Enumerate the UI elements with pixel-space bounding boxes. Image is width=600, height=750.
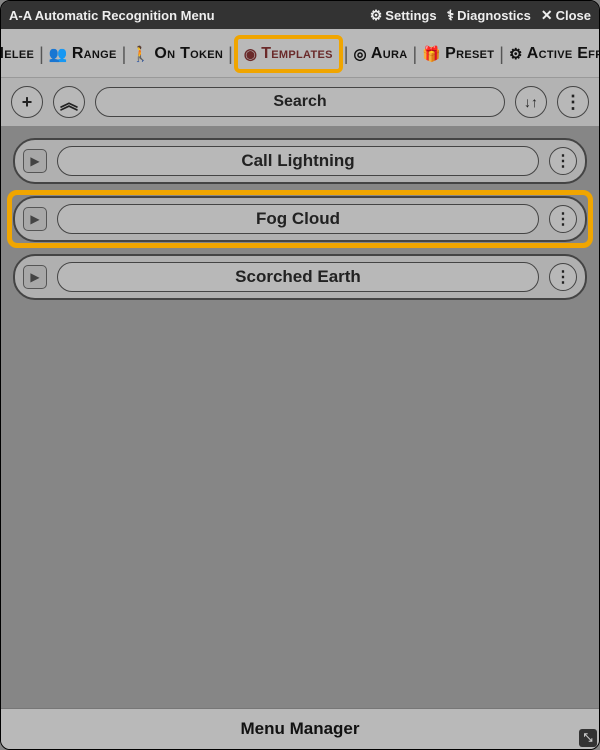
tab-aura[interactable]: ◎ Aura [349,43,411,65]
tab-label: Preset [445,45,494,63]
app-window: A-A Automatic Recognition Menu ⚙ Setting… [0,0,600,750]
item-list: ▶ Call Lightning ⋮ ▶ Fog Cloud ⋮ ▶ Scorc… [1,126,599,708]
tab-ontoken[interactable]: 🚶 On Token [127,43,227,65]
tab-label: Templates [261,45,333,63]
item-menu-button[interactable]: ⋮ [549,205,577,233]
list-item: ▶ Scorched Earth ⋮ [13,254,587,300]
tab-highlight: ◉ Templates [234,35,343,73]
item-label[interactable]: Call Lightning [57,146,539,176]
tab-range[interactable]: 👥 Range [45,43,121,65]
item-menu-button[interactable]: ⋮ [549,263,577,291]
footer-label: Menu Manager [240,719,359,738]
aura-icon: ◎ [353,45,366,63]
tab-templates[interactable]: ◉ Templates [240,43,337,65]
list-item: ▶ Fog Cloud ⋮ [13,196,587,242]
settings-label: Settings [385,8,436,23]
gear-icon: ⚙ [370,7,383,24]
tab-label: Melee [0,45,34,63]
list-item: ▶ Call Lightning ⋮ [13,138,587,184]
search-input[interactable] [95,87,505,117]
diagnostics-label: Diagnostics [457,8,531,23]
diagnostics-button[interactable]: ⚕ Diagnostics [447,7,531,24]
sort-button[interactable]: ↓↑ [515,86,547,118]
close-button[interactable]: ✕ Close [541,7,591,24]
add-button[interactable]: + [11,86,43,118]
cog-icon: ⚙ [509,45,523,63]
tab-label: Range [72,45,117,63]
expand-button[interactable]: ▶ [23,207,47,231]
resize-handle[interactable]: ⤡ [579,729,597,747]
expand-button[interactable]: ▶ [23,265,47,289]
close-icon: ✕ [541,7,553,24]
titlebar: A-A Automatic Recognition Menu ⚙ Setting… [1,1,599,29]
expand-button[interactable]: ▶ [23,149,47,173]
window-title: A-A Automatic Recognition Menu [9,8,360,23]
settings-button[interactable]: ⚙ Settings [370,7,437,24]
collapse-all-button[interactable]: ︽ [53,86,85,118]
tab-separator: | [227,44,234,65]
people-icon: 👥 [49,45,68,63]
item-label[interactable]: Scorched Earth [57,262,539,292]
tab-bar: 🛡 Melee | 👥 Range | 🚶 On Token | ◉ Templ… [1,29,599,78]
item-menu-button[interactable]: ⋮ [549,147,577,175]
tab-label: On Token [154,45,223,63]
tab-label: Aura [371,45,408,63]
person-icon: 🚶 [131,45,150,63]
close-label: Close [556,8,591,23]
tab-separator: | [121,44,128,65]
tab-melee[interactable]: 🛡 Melee [0,43,38,65]
tab-separator: | [411,44,418,65]
stethoscope-icon: ⚕ [447,7,455,24]
tab-separator: | [38,44,45,65]
toolbar-menu-button[interactable]: ⋮ [557,86,589,118]
tab-activeeffects[interactable]: ⚙ Active Effects [505,43,600,65]
gift-icon: 🎁 [422,45,441,63]
footer[interactable]: Menu Manager ⤡ [1,708,599,749]
tab-label: Active Effects [527,45,600,63]
tab-separator: | [343,44,350,65]
tab-separator: | [498,44,505,65]
shapes-icon: ◉ [244,45,257,63]
tab-preset[interactable]: 🎁 Preset [418,43,498,65]
item-label[interactable]: Fog Cloud [57,204,539,234]
toolbar: + ︽ ↓↑ ⋮ [1,78,599,126]
